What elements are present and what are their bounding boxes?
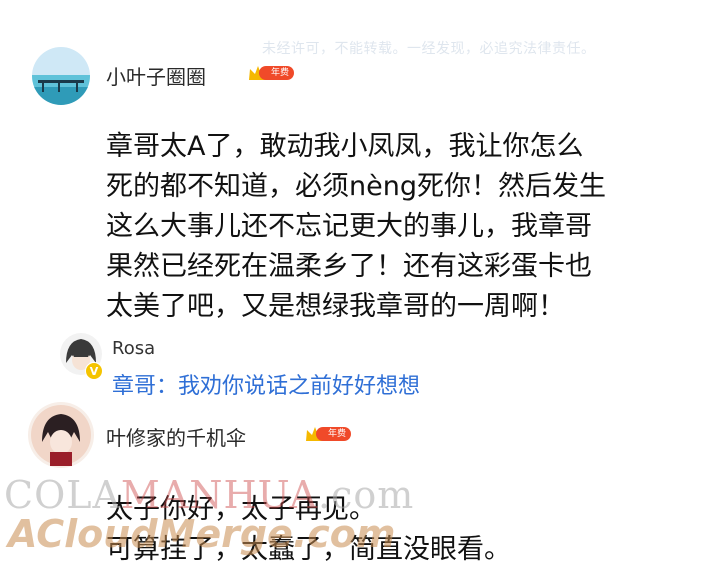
comment-line: 太美了吧，又是想绿我章哥的一周啊！ — [106, 291, 565, 322]
watermark-text: .com — [317, 473, 415, 517]
comment-line: 果然已经死在温柔乡了！还有这彩蛋卡也 — [106, 251, 592, 282]
comment-line: 章哥太A了，敢动我小凤凤，我让你怎么 — [106, 131, 584, 162]
reply-username[interactable]: Rosa — [112, 338, 155, 359]
comment-username[interactable]: 小叶子圈圈 — [106, 61, 206, 90]
avatar-beach-image — [32, 47, 90, 105]
badge-label: 年费 — [259, 66, 295, 80]
comment-body: 章哥太A了，敢动我小凤凤，我让你怎么 死的都不知道，必须nèng死你！然后发生 … — [106, 127, 696, 327]
annual-vip-badge: 年费 — [247, 64, 295, 82]
watermark-text: MANHUA — [120, 473, 318, 517]
avatar[interactable] — [28, 402, 94, 468]
site-watermark: ACloudMerge.com — [8, 512, 396, 556]
annual-vip-badge: 年费 — [304, 425, 352, 443]
copyright-notice: 未经许可，不能转载。一经发现，必追究法律责任。 — [262, 41, 596, 57]
comment-line: 死的都不知道，必须nèng死你！然后发生 — [106, 171, 606, 202]
site-watermark: COLAMANHUA.com — [4, 473, 414, 517]
verified-v-icon: V — [85, 362, 103, 380]
comment-username[interactable]: 叶修家的千机伞 — [106, 422, 246, 451]
badge-label: 年费 — [316, 427, 352, 441]
avatar[interactable] — [32, 47, 90, 105]
reply-text[interactable]: 章哥：我劝你说话之前好好想想 — [112, 368, 420, 400]
watermark-text: COLA — [4, 473, 121, 517]
comment-line: 这么大事儿还不忘记更大的事儿，我章哥 — [106, 211, 592, 242]
avatar-character-image — [28, 402, 94, 468]
